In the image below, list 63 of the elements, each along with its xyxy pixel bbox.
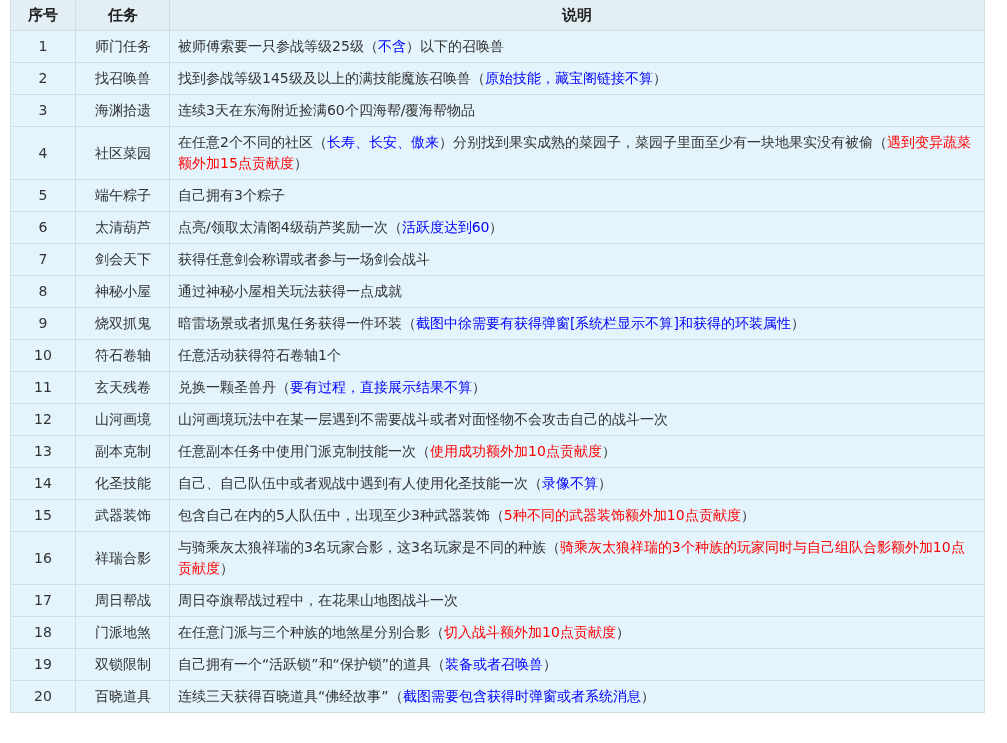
table-cell: 6 [10, 211, 76, 244]
table-cell: 找到参战等级145级及以上的满技能魔族召唤兽（原始技能，藏宝阁链接不算） [169, 62, 985, 95]
table-cell: 武器装饰 [75, 499, 170, 532]
table-cell: 符石卷轴 [75, 339, 170, 372]
table-cell: 15 [10, 499, 76, 532]
table-cell: 在任意门派与三个种族的地煞星分别合影（切入战斗额外加10点贡献度） [169, 616, 985, 649]
table-cell: 山河画境玩法中在某一层遇到不需要战斗或者对面怪物不会攻击自己的战斗一次 [169, 403, 985, 436]
table-cell: 兑换一颗圣兽丹（要有过程，直接展示结果不算） [169, 371, 985, 404]
table-cell: 端午粽子 [75, 179, 170, 212]
table-cell: 17 [10, 584, 76, 617]
table-cell: 20 [10, 680, 76, 713]
table-cell: 百晓道具 [75, 680, 170, 713]
table-cell: 2 [10, 62, 76, 95]
column-header: 任务 [75, 0, 170, 31]
table-cell: 烧双抓鬼 [75, 307, 170, 340]
table-cell: 副本克制 [75, 435, 170, 468]
table-cell: 山河画境 [75, 403, 170, 436]
table-cell: 3 [10, 94, 76, 127]
table-cell: 社区菜园 [75, 126, 170, 180]
column-header: 说明 [169, 0, 985, 31]
table-cell: 连续三天获得百晓道具“佛经故事”（截图需要包含获得时弹窗或者系统消息） [169, 680, 985, 713]
table-cell: 海渊拾遗 [75, 94, 170, 127]
table-cell: 剑会天下 [75, 243, 170, 276]
table-cell: 通过神秘小屋相关玩法获得一点成就 [169, 275, 985, 308]
table-cell: 13 [10, 435, 76, 468]
table-cell: 任意副本任务中使用门派克制技能一次（使用成功额外加10点贡献度） [169, 435, 985, 468]
column-header: 序号 [10, 0, 76, 31]
table-cell: 祥瑞合影 [75, 531, 170, 585]
table-cell: 自己拥有一个“活跃锁”和“保护锁”的道具（装备或者召唤兽） [169, 648, 985, 681]
table-cell: 与骑乘灰太狼祥瑞的3名玩家合影，这3名玩家是不同的种族（骑乘灰太狼祥瑞的3个种族的玩家同时与自己组队合影额外加10点贡献度） [169, 531, 985, 585]
table-cell: 双锁限制 [75, 648, 170, 681]
table-cell: 获得任意剑会称谓或者参与一场剑会战斗 [169, 243, 985, 276]
table-cell: 1 [10, 30, 76, 63]
table-cell: 14 [10, 467, 76, 500]
table-cell: 在任意2个不同的社区（长寿、长安、傲来）分别找到果实成熟的菜园子，菜园子里面至少有一块地果实没有被偷（遇到变异蔬菜额外加15点贡献度） [169, 126, 985, 180]
table-cell: 19 [10, 648, 76, 681]
table-cell: 玄天残卷 [75, 371, 170, 404]
table-cell: 8 [10, 275, 76, 308]
table-cell: 点亮/领取太清阁4级葫芦奖励一次（活跃度达到60） [169, 211, 985, 244]
table-cell: 5 [10, 179, 76, 212]
table-cell: 师门任务 [75, 30, 170, 63]
table-cell: 被师傅索要一只参战等级25级（不含）以下的召唤兽 [169, 30, 985, 63]
table-cell: 9 [10, 307, 76, 340]
table-cell: 12 [10, 403, 76, 436]
table-cell: 找召唤兽 [75, 62, 170, 95]
table-cell: 18 [10, 616, 76, 649]
table-cell: 11 [10, 371, 76, 404]
table-cell: 神秘小屋 [75, 275, 170, 308]
table-cell: 自己拥有3个粽子 [169, 179, 985, 212]
table-cell: 7 [10, 243, 76, 276]
table-cell: 自己、自己队伍中或者观战中遇到有人使用化圣技能一次（录像不算） [169, 467, 985, 500]
table-cell: 16 [10, 531, 76, 585]
table-cell: 暗雷场景或者抓鬼任务获得一件环装（截图中徐需要有获得弹窗[系统栏显示不算]和获得的环装属性） [169, 307, 985, 340]
table-cell: 太清葫芦 [75, 211, 170, 244]
table-cell: 4 [10, 126, 76, 180]
table-cell: 10 [10, 339, 76, 372]
table-cell: 包含自己在内的5人队伍中，出现至少3种武器装饰（5种不同的武器装饰额外加10点贡献度） [169, 499, 985, 532]
table-cell: 周日夺旗帮战过程中，在花果山地图战斗一次 [169, 584, 985, 617]
table-cell: 连续3天在东海附近捡满60个四海帮/覆海帮物品 [169, 94, 985, 127]
table-cell: 化圣技能 [75, 467, 170, 500]
table-cell: 门派地煞 [75, 616, 170, 649]
table-cell: 任意活动获得符石卷轴1个 [169, 339, 985, 372]
table-cell: 周日帮战 [75, 584, 170, 617]
